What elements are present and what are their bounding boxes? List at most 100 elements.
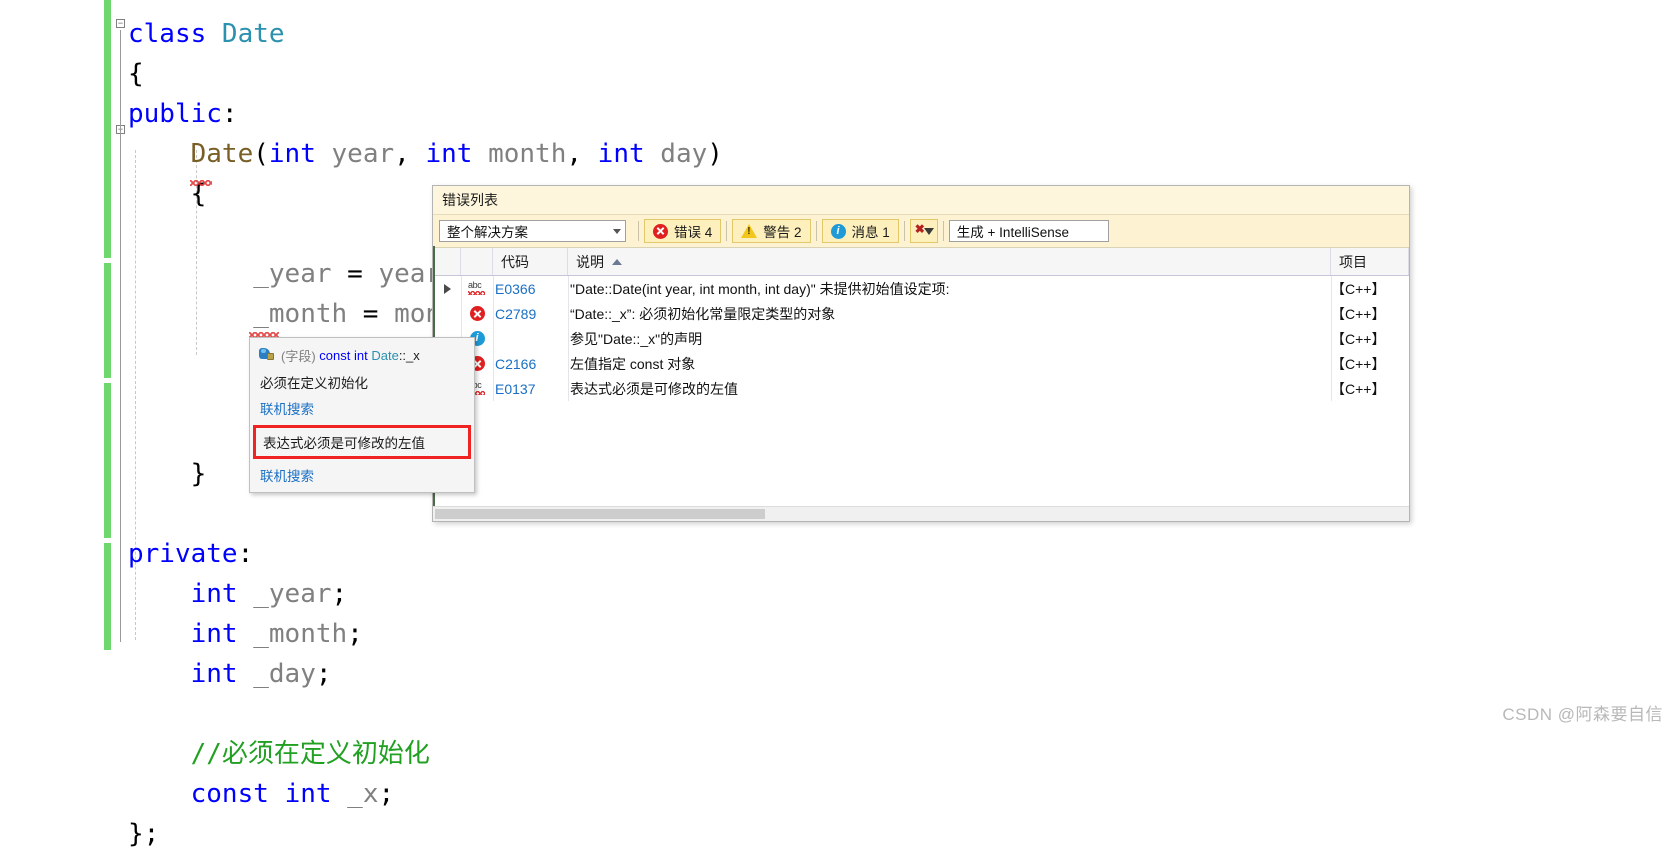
quick-info-type: Date: [371, 348, 399, 363]
field-lock-icon: [258, 348, 276, 363]
table-row[interactable]: C2789 “Date::_x”: 必须初始化常量限定类型的对象 【C++】: [433, 301, 1409, 326]
info-icon: [830, 223, 846, 239]
fold-toggle-class[interactable]: −: [116, 19, 125, 28]
code-token: _x: [331, 779, 379, 809]
column-header-code[interactable]: 代码: [493, 248, 568, 275]
row-project: 【C++】: [1331, 330, 1386, 347]
warning-icon: [741, 224, 758, 238]
quick-info-kind: (字段): [281, 349, 316, 364]
code-line: class Date: [128, 14, 723, 54]
change-bar-gap: [104, 378, 111, 383]
column-header-expander[interactable]: [433, 248, 461, 275]
code-token: :: [221, 99, 238, 129]
code-line: int _day;: [128, 654, 723, 694]
code-line: //必须在定义初始化: [128, 734, 723, 774]
row-project: 【C++】: [1331, 380, 1386, 397]
code-line: private:: [128, 534, 723, 574]
messages-toggle-button[interactable]: 消息 1: [821, 219, 899, 243]
code-token: ,: [394, 139, 426, 169]
code-line: int _year;: [128, 574, 723, 614]
clear-filter-button[interactable]: ✖: [909, 219, 938, 243]
code-token: int: [190, 659, 238, 689]
code-token: =: [331, 259, 379, 289]
code-token: int: [425, 139, 473, 169]
row-description: 表达式必须是可修改的左值: [570, 380, 738, 397]
code-token: month: [472, 139, 567, 169]
scope-filter-dropdown[interactable]: 整个解决方案: [439, 220, 626, 242]
code-token: ;: [378, 779, 395, 809]
table-row[interactable]: 参见"Date::_x"的声明 【C++】: [433, 326, 1409, 351]
change-bar-gap: [104, 538, 111, 543]
error-list-rows[interactable]: abc E0366 "Date::Date(int year, int month,…: [433, 276, 1409, 401]
code-token: const: [190, 779, 269, 809]
code-token: Date: [190, 139, 254, 169]
column-header-code-label: 代码: [501, 253, 529, 270]
online-search-link-2[interactable]: 联机搜索: [250, 462, 474, 488]
warnings-count-label: 警告 2: [763, 225, 802, 240]
fold-scope-line-class: [120, 30, 121, 642]
code-token: };: [128, 819, 160, 849]
code-token: }: [190, 459, 207, 489]
change-bar: [104, 0, 111, 650]
error-squiggle: [190, 180, 212, 186]
error-list-toolbar[interactable]: 整个解决方案 错误 4 警告 2 消息 1 ✖ 生成 + IntelliSens…: [433, 215, 1409, 248]
code-token: ): [707, 139, 723, 169]
code-token: int: [268, 139, 316, 169]
quick-info-signature: (字段) const int Date :: _x: [250, 344, 474, 369]
toolbar-separator: [942, 221, 944, 241]
code-token: (: [253, 139, 269, 169]
quick-info-keyword: const int: [319, 348, 368, 363]
error-list-panel[interactable]: 错误列表 整个解决方案 错误 4 警告 2 消息 1 ✖ 生成 + Intell…: [432, 185, 1410, 522]
code-line: const int _x;: [128, 774, 723, 814]
code-token: _month: [237, 619, 348, 649]
code-token: _month: [253, 299, 348, 329]
change-bar-gap: [104, 258, 111, 263]
column-header-icon[interactable]: [461, 248, 493, 275]
errors-toggle-button[interactable]: 错误 4: [644, 219, 722, 243]
code-token: int: [190, 579, 238, 609]
toolbar-separator: [903, 221, 905, 241]
error-icon: [653, 223, 668, 239]
code-token: {: [128, 59, 144, 89]
table-row[interactable]: C2166 左值指定 const 对象 【C++】: [433, 351, 1409, 376]
messages-count-label: 消息 1: [851, 225, 890, 240]
scope-filter-value: 整个解决方案: [447, 225, 528, 240]
code-token: class: [128, 19, 222, 49]
table-row[interactable]: abcE0137表达式必须是可修改的左值【C++】: [433, 376, 1409, 401]
column-header-project-label: 项目: [1339, 253, 1367, 270]
row-description: 左值指定 const 对象: [570, 355, 696, 372]
error-list-titlebar: 错误列表: [433, 186, 1409, 215]
toolbar-separator: [638, 221, 639, 241]
column-header-description-label: 说明: [576, 253, 604, 270]
build-filter-dropdown[interactable]: 生成 + IntelliSense: [948, 220, 1109, 242]
errors-count-label: 错误 4: [674, 225, 713, 240]
horizontal-scrollbar[interactable]: [433, 506, 1409, 521]
squiggle-abc-icon: abc: [461, 280, 493, 296]
online-search-link-1[interactable]: 联机搜索: [250, 395, 474, 421]
code-token: _year: [253, 259, 332, 289]
funnel-icon: [923, 228, 934, 235]
code-token: :: [237, 539, 254, 569]
code-line: };: [128, 814, 723, 854]
row-description: "Date::Date(int year, int month, int day…: [570, 280, 950, 297]
code-token: int: [190, 619, 238, 649]
column-header-description[interactable]: 说明: [568, 248, 1331, 275]
build-filter-value: 生成 + IntelliSense: [956, 225, 1069, 240]
column-divider: [493, 276, 494, 401]
toolbar-separator: [726, 221, 728, 241]
warnings-toggle-button[interactable]: 警告 2: [732, 219, 811, 243]
chevron-right-icon: [443, 283, 451, 294]
table-row[interactable]: abc E0366 "Date::Date(int year, int month,…: [433, 276, 1409, 301]
code-token: ,: [566, 139, 598, 169]
row-expander-button[interactable]: [433, 283, 461, 294]
code-token: Date: [221, 19, 285, 49]
column-header-project[interactable]: 项目: [1331, 248, 1409, 275]
code-token: int: [284, 779, 332, 809]
code-token: ;: [331, 579, 348, 609]
code-line: public:: [128, 94, 723, 134]
error-icon: [461, 306, 493, 321]
scrollbar-thumb[interactable]: [435, 509, 765, 519]
chevron-down-icon: [613, 228, 621, 234]
